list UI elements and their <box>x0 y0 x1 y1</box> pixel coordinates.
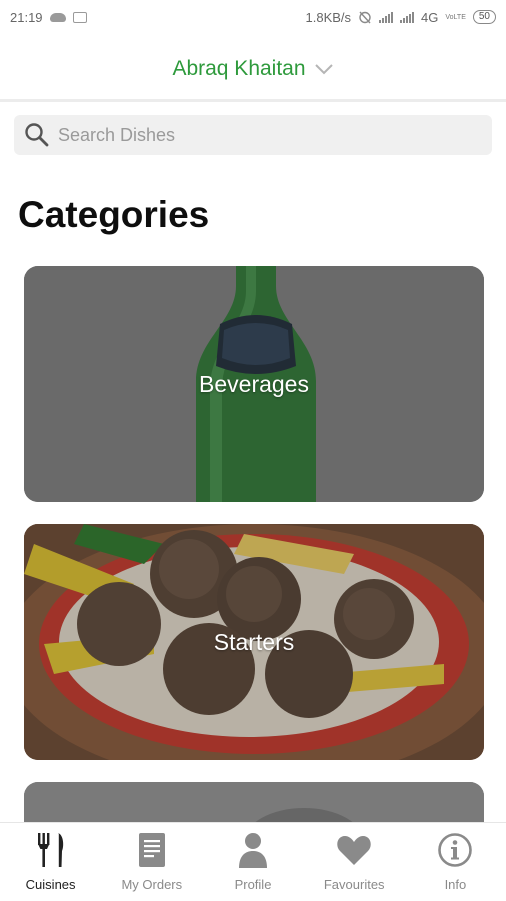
volte-indicator: VoLTE <box>445 13 466 21</box>
nav-label: Profile <box>234 877 272 892</box>
chevron-down-icon[interactable] <box>314 63 334 75</box>
battery-icon: 50 <box>472 10 496 24</box>
receipt-icon <box>133 831 171 869</box>
search-icon <box>25 123 49 147</box>
header-divider <box>0 99 506 102</box>
signal-icon-2 <box>400 11 415 23</box>
cloud-icon <box>49 12 66 22</box>
restaurant-name[interactable]: Abraq Khaitan <box>172 57 305 81</box>
nav-info[interactable]: Info <box>405 823 506 901</box>
nav-my-orders[interactable]: My Orders <box>101 823 202 901</box>
nav-label: Info <box>444 877 467 892</box>
category-card-starters[interactable]: Starters <box>24 524 484 760</box>
nav-cuisines[interactable]: Cuisines <box>0 823 101 901</box>
search-input[interactable] <box>56 123 480 147</box>
cutlery-icon <box>32 831 70 869</box>
notification-icon <box>72 11 87 23</box>
nav-label: My Orders <box>121 877 183 892</box>
network-speed: 1.8KB/s <box>305 9 352 25</box>
nav-label: Favourites <box>323 877 385 892</box>
search-bar[interactable] <box>14 115 492 155</box>
signal-icon-1 <box>379 11 394 23</box>
nav-label: Cuisines <box>25 877 76 892</box>
info-icon <box>436 831 474 869</box>
bottom-navigation: Cuisines My Orders Profile Favourites In… <box>0 822 506 901</box>
nav-favourites[interactable]: Favourites <box>304 823 405 901</box>
nav-profile[interactable]: Profile <box>202 823 303 901</box>
category-card-beverages[interactable]: Beverages <box>24 266 484 502</box>
category-label: Starters <box>213 628 295 655</box>
status-bar: 21:19 1.8KB/s 4G VoLTE 50 <box>0 0 506 34</box>
status-bar-left: 21:19 <box>10 10 87 25</box>
restaurant-selector[interactable]: Abraq Khaitan <box>0 40 506 98</box>
status-bar-right: 1.8KB/s 4G VoLTE 50 <box>305 9 496 25</box>
page-title: Categories <box>18 194 210 235</box>
heart-icon <box>335 831 373 869</box>
category-label: Beverages <box>199 370 309 397</box>
alarm-off-icon <box>359 11 371 24</box>
person-icon <box>234 831 272 869</box>
status-time: 21:19 <box>10 9 43 25</box>
network-type: 4G <box>421 9 439 25</box>
